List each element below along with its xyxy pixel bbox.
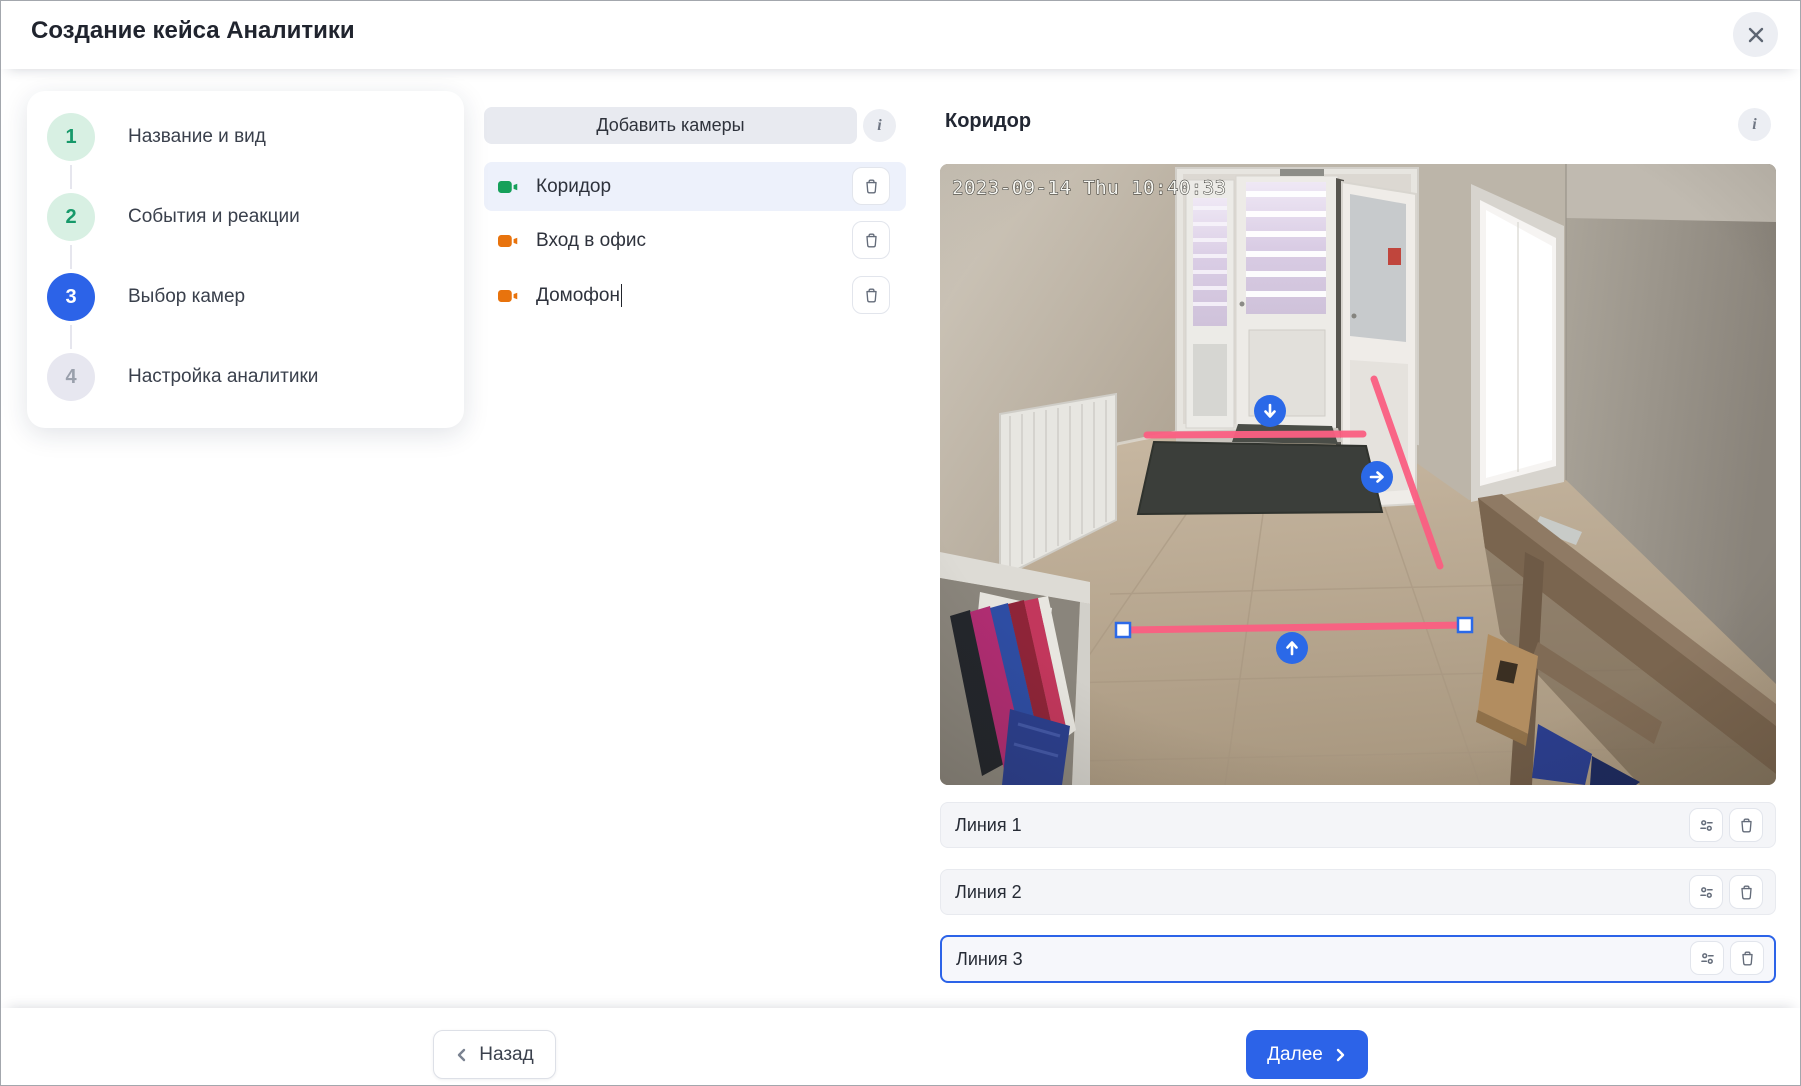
trash-icon — [862, 177, 881, 196]
chevron-left-icon — [455, 1048, 469, 1062]
step-label: События и реакции — [128, 206, 300, 228]
detection-line-1[interactable] — [1147, 434, 1363, 435]
wizard-steps-card: 1 Название и вид 2 События и реакции 3 В… — [27, 91, 464, 428]
detection-line-3[interactable] — [1123, 625, 1465, 630]
wizard-step-3[interactable]: 3 Выбор камер — [47, 273, 245, 321]
line-settings-button[interactable] — [1690, 941, 1724, 975]
line-label: Линия 2 — [955, 882, 1022, 903]
camera-row-vhod-v-ofis[interactable]: Вход в офис — [484, 216, 906, 265]
step-number-badge: 3 — [47, 273, 95, 321]
line-settings-button[interactable] — [1689, 875, 1723, 909]
step-label: Название и вид — [128, 126, 266, 148]
trash-icon — [1738, 949, 1757, 968]
close-button[interactable] — [1733, 12, 1778, 57]
video-camera-icon — [498, 288, 520, 304]
camera-name: Вход в офис — [536, 230, 646, 252]
wizard-step-4[interactable]: 4 Настройка аналитики — [47, 353, 318, 401]
trash-icon — [862, 231, 881, 250]
sliders-icon — [1698, 949, 1717, 968]
wizard-step-2[interactable]: 2 События и реакции — [47, 193, 300, 241]
add-cameras-button[interactable]: Добавить камеры — [484, 107, 857, 144]
video-camera-icon — [498, 233, 520, 249]
create-analytics-case-dialog: Создание кейса Аналитики 1 Название и ви… — [0, 0, 1801, 1086]
step-label: Выбор камер — [128, 286, 245, 308]
line-row-2[interactable]: Линия 2 — [940, 869, 1776, 915]
chevron-right-icon — [1333, 1048, 1347, 1062]
sliders-icon — [1697, 883, 1716, 902]
next-button[interactable]: Далее — [1246, 1030, 1368, 1079]
step-number-badge: 2 — [47, 193, 95, 241]
sliders-icon — [1697, 816, 1716, 835]
camera-name-editing[interactable]: Домофон — [536, 284, 622, 307]
line-handle-start[interactable] — [1116, 623, 1130, 637]
line-row-1[interactable]: Линия 1 — [940, 802, 1776, 848]
next-button-label: Далее — [1267, 1044, 1323, 1066]
step-connector — [70, 245, 72, 269]
trash-icon — [862, 286, 881, 305]
dialog-footer: Назад Далее — [1, 1008, 1800, 1085]
camera-timestamp: 2023-09-14 Thu 10:40:33 — [952, 177, 1227, 199]
video-camera-icon — [498, 179, 520, 195]
line-delete-button[interactable] — [1729, 875, 1763, 909]
back-button[interactable]: Назад — [433, 1030, 556, 1079]
step-number-badge: 1 — [47, 113, 95, 161]
back-button-label: Назад — [479, 1044, 533, 1066]
direction-arrow-right[interactable] — [1361, 461, 1393, 493]
camera-video-frame: 2023-09-14 Thu 10:40:33 — [940, 164, 1776, 785]
close-icon — [1746, 25, 1766, 45]
line-delete-button[interactable] — [1729, 808, 1763, 842]
trash-icon — [1737, 883, 1756, 902]
text-cursor — [621, 284, 623, 307]
line-label: Линия 1 — [955, 815, 1022, 836]
wizard-step-1[interactable]: 1 Название и вид — [47, 113, 266, 161]
step-number-badge: 4 — [47, 353, 95, 401]
direction-arrow-down[interactable] — [1254, 395, 1286, 427]
delete-camera-button[interactable] — [852, 167, 890, 205]
camera-list-info-icon[interactable]: i — [863, 109, 896, 142]
trash-icon — [1737, 816, 1756, 835]
step-label: Настройка аналитики — [128, 366, 318, 388]
line-delete-button[interactable] — [1730, 941, 1764, 975]
line-settings-button[interactable] — [1689, 808, 1723, 842]
dialog-header: Создание кейса Аналитики — [1, 1, 1800, 69]
camera-row-koridor[interactable]: Коридор — [484, 162, 906, 211]
camera-scene: 2023-09-14 Thu 10:40:33 — [940, 164, 1776, 785]
step-connector — [70, 325, 72, 349]
camera-name: Коридор — [536, 176, 611, 198]
dialog-title: Создание кейса Аналитики — [31, 17, 355, 45]
preview-info-icon[interactable]: i — [1738, 108, 1771, 141]
line-label: Линия 3 — [956, 949, 1023, 970]
camera-row-domofon[interactable]: Домофон — [484, 271, 906, 320]
line-handle-end[interactable] — [1458, 618, 1472, 632]
line-row-3-selected[interactable]: Линия 3 — [940, 935, 1776, 983]
delete-camera-button[interactable] — [852, 221, 890, 259]
direction-arrow-up[interactable] — [1276, 632, 1308, 664]
delete-camera-button[interactable] — [852, 276, 890, 314]
step-connector — [70, 165, 72, 189]
preview-camera-title: Коридор — [945, 110, 1031, 133]
